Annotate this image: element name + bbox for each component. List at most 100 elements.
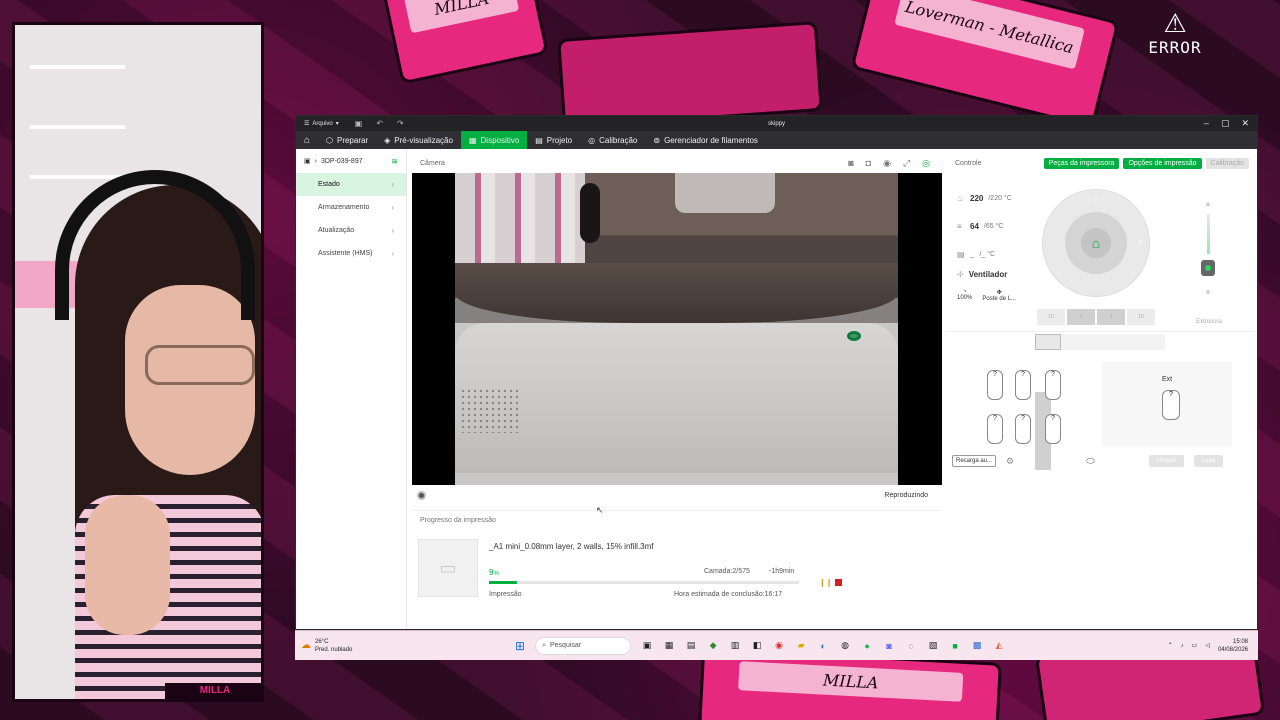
printer-body (455, 323, 898, 473)
app-icon[interactable]: ◆ (707, 640, 719, 651)
ams-slot[interactable]: ? (1045, 414, 1061, 444)
play-stop-button[interactable] (417, 490, 426, 500)
discord-icon[interactable]: ◙ (883, 641, 895, 651)
z-down-1-button[interactable]: 1 (1097, 309, 1125, 325)
volume-icon[interactable]: ◁ (1205, 642, 1210, 649)
sidebar-item-armazenamento[interactable]: Armazenamento › (296, 196, 406, 219)
network-icon[interactable]: ▭ (1192, 642, 1198, 649)
tab-calibracao[interactable]: ◎ Calibração (580, 131, 645, 149)
camera-title: Câmera (420, 159, 445, 167)
ams-slot[interactable]: ? (1015, 414, 1031, 444)
printer-selector[interactable]: ▣ › 3DP-039-897 ≋ (296, 149, 406, 173)
chevron-up-icon[interactable]: ⌃ (1168, 642, 1173, 649)
title-bar: ☰ Arquivo ▾ ▣ ↶ ↷ skippy – ▢ ✕ (296, 116, 1257, 131)
z-down-10-button[interactable]: 10 (1127, 309, 1155, 325)
snapshot-icon[interactable]: ◉ (883, 158, 891, 169)
ams-slot[interactable]: ? (987, 414, 1003, 444)
pause-button[interactable]: ❙❙ (819, 578, 832, 587)
app-icon[interactable]: ◍ (839, 640, 851, 651)
ams-slot[interactable]: ? (1015, 370, 1031, 400)
file-menu[interactable]: ☰ Arquivo ▾ (304, 120, 339, 128)
edge-icon[interactable]: ◐ (817, 641, 829, 651)
clock[interactable]: 15:08 04/08/2026 (1218, 638, 1248, 654)
task-view-icon[interactable]: ▣ (641, 640, 653, 651)
printer-name: 3DP-039-897 (320, 157, 363, 165)
calibration-button[interactable]: Calibração (1205, 157, 1249, 169)
ams-tab[interactable] (1035, 334, 1061, 350)
status-icon[interactable]: ◎ (922, 158, 930, 169)
chamber-temp-row[interactable]: ▤ _ /_ °C (957, 240, 1049, 268)
layers-icon: ◈ (384, 135, 391, 145)
store-icon[interactable]: ▥ (729, 640, 741, 651)
photoshop-icon[interactable]: ▩ (971, 640, 983, 651)
sidebar-item-assistente-hms[interactable]: Assistente (HMS) › (296, 242, 406, 265)
z-label: 1 (1079, 314, 1083, 320)
app-icon[interactable]: ▦ (663, 640, 675, 651)
settings-icon[interactable]: ⚙ (1006, 456, 1014, 467)
ams-slot[interactable]: ? (1045, 370, 1061, 400)
windows-start-icon[interactable]: ⊞ (515, 639, 525, 653)
tab-label: Preparar (336, 135, 369, 145)
undo-icon[interactable]: ↶ (376, 119, 383, 128)
chrome-icon[interactable]: ◉ (773, 640, 785, 651)
load-button[interactable]: Load (1193, 455, 1224, 467)
printer-bed (455, 263, 898, 323)
sidebar-item-estado[interactable]: Estado › (296, 173, 406, 196)
z-up-10-button[interactable]: 10 (1037, 309, 1065, 325)
tab-preparar[interactable]: ⬡ Preparar (318, 131, 376, 149)
z-up-1-button[interactable]: 1 (1067, 309, 1095, 325)
nozzle-temp-row[interactable]: ♨ 220 /220 °C (957, 184, 1049, 212)
fan-selector[interactable]: ✤ Poste de L... (982, 289, 1016, 302)
tab-projeto[interactable]: ▤ Projeto (527, 131, 580, 149)
maximize-icon[interactable]: ▢ (1221, 118, 1230, 129)
ams-slot[interactable]: ? (987, 370, 1003, 400)
fullscreen-icon[interactable]: ⤢ (903, 158, 910, 169)
extrude-down-icon[interactable]: ▼ (1197, 288, 1219, 297)
sidebar-item-atualizacao[interactable]: Atualização › (296, 219, 406, 242)
extrude-up-icon[interactable]: ▲ (1197, 199, 1219, 208)
cassette-decoration (557, 21, 823, 129)
z-label: 10 (1048, 314, 1054, 320)
estimated-finish-time: Hora estimada de conclusão:16:17 (674, 591, 783, 598)
app-icon[interactable]: ▧ (927, 640, 939, 651)
steam-icon[interactable]: ◌ (905, 641, 917, 651)
app-icon[interactable]: ◭ (993, 640, 1005, 651)
weather-widget[interactable]: ☁ 26°C Pred. nublado (301, 638, 352, 654)
tab-dispositivo[interactable]: ▦ Dispositivo (460, 131, 528, 149)
stop-button[interactable] (835, 579, 842, 586)
external-spool-slot[interactable]: ? (1162, 390, 1180, 420)
redo-icon[interactable]: ↷ (397, 119, 404, 128)
sidebar-item-label: Atualização (318, 227, 355, 234)
warning-icon: ⚠ (1163, 8, 1187, 38)
app-icon[interactable]: ◧ (751, 640, 763, 651)
unload-button[interactable]: Unload (1148, 455, 1184, 467)
home-icon[interactable]: ⌂ (1081, 228, 1111, 258)
extruder-knob[interactable] (1201, 260, 1215, 276)
hotend-icon: ⬭ (1086, 455, 1095, 467)
tab-pre-visualizacao[interactable]: ◈ Pré-visualização (376, 131, 461, 149)
record-icon[interactable]: ◙ (848, 158, 853, 169)
minimize-icon[interactable]: – (1204, 118, 1209, 129)
playback-status: Reproduzindo (884, 491, 928, 499)
print-options-button[interactable]: Opções de impressão (1123, 157, 1202, 169)
cassette-label: MILLA (738, 661, 964, 703)
microphone-icon[interactable]: ♪ (1181, 643, 1184, 649)
printer-vent (460, 388, 520, 433)
home-icon[interactable]: ⌂ (296, 135, 318, 146)
video-camera-icon[interactable]: ◘ (866, 158, 871, 169)
spotify-icon[interactable]: ● (861, 641, 873, 651)
auto-reload-button[interactable]: Recarga au... (952, 455, 997, 467)
taskbar-search[interactable]: ⌕ Pesquisar (535, 636, 632, 655)
folder-icon[interactable]: ▰ (795, 640, 807, 651)
sidebar-item-label: Assistente (HMS) (318, 250, 373, 257)
jog-control[interactable]: Y X ⌂ (1042, 189, 1150, 297)
close-icon[interactable]: ✕ (1241, 118, 1249, 129)
app-icon[interactable]: ▤ (685, 640, 697, 651)
printer-parts-button[interactable]: Peças da impressora (1043, 157, 1120, 169)
chamber-temp: _ (970, 249, 975, 259)
save-icon[interactable]: ▣ (355, 119, 363, 128)
tab-gerenciador-filamentos[interactable]: ⊚ Gerenciador de filamentos (645, 131, 766, 149)
fan-speed-control[interactable]: ◔ 100% (957, 289, 972, 302)
bed-temp-row[interactable]: ≡ 64 /65 °C (957, 212, 1049, 240)
bambu-studio-icon[interactable]: ■ (949, 641, 961, 651)
